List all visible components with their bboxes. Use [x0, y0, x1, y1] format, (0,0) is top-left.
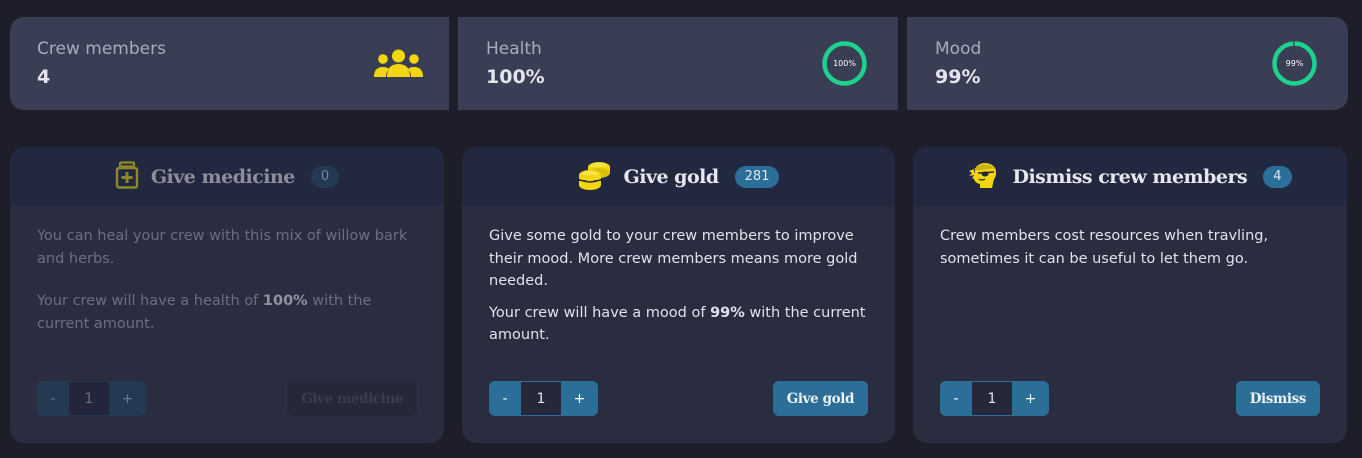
give-medicine-card: Give medicine 0 You can heal your crew w…: [10, 147, 444, 443]
stats-bar: Crew members 4 Health 100% 100% Mood 99%: [10, 17, 1348, 110]
gold-coins-icon: [578, 160, 612, 194]
health-forecast-text: Your crew will have a health of 100% wit…: [37, 293, 372, 332]
decrement-button[interactable]: -: [37, 381, 69, 416]
mood-forecast-text: Your crew will have a mood of 99% with t…: [489, 304, 866, 344]
crew-icon: [374, 49, 423, 82]
give-gold-card: Give gold 281 Give some gold to your cre…: [462, 147, 895, 443]
stat-mood: Mood 99% 99%: [907, 17, 1348, 110]
ring-label: 100%: [833, 59, 856, 68]
description-text: Give some gold to your crew members to i…: [489, 228, 858, 289]
medicine-icon: [115, 160, 139, 193]
description-text: Crew members cost resources when travlin…: [940, 228, 1269, 267]
card-title: Give medicine: [150, 165, 296, 188]
quantity-stepper: - 1 +: [489, 381, 598, 416]
decrement-button[interactable]: -: [489, 381, 521, 416]
stat-crew-members: Crew members 4: [10, 17, 449, 110]
stat-health: Health 100% 100%: [458, 17, 898, 110]
quantity-stepper: - 1 +: [37, 381, 146, 416]
gold-count-badge: 281: [734, 165, 780, 188]
description-text: You can heal your crew with this mix of …: [37, 228, 408, 267]
quantity-input[interactable]: 1: [521, 381, 561, 416]
medicine-count-badge: 0: [310, 165, 340, 188]
card-title: Dismiss crew members: [1012, 165, 1248, 188]
increment-button[interactable]: +: [109, 381, 146, 416]
card-header: Dismiss crew members 4: [913, 147, 1347, 206]
quantity-stepper: - 1 +: [940, 381, 1049, 416]
dismiss-button[interactable]: Dismiss: [1235, 381, 1320, 416]
give-medicine-button[interactable]: Give medicine: [287, 381, 417, 416]
increment-button[interactable]: +: [1012, 381, 1049, 416]
card-header: Give medicine 0: [10, 147, 444, 206]
ring-label: 99%: [1285, 59, 1304, 68]
card-description: You can heal your crew with this mix of …: [10, 206, 444, 335]
decrement-button[interactable]: -: [940, 381, 972, 416]
give-gold-button[interactable]: Give gold: [772, 381, 868, 416]
quantity-input[interactable]: 1: [69, 381, 109, 416]
card-header: Give gold 281: [462, 147, 895, 206]
card-title: Give gold: [623, 165, 720, 188]
mood-progress-ring: 99%: [1271, 40, 1318, 87]
crew-count-badge: 4: [1263, 165, 1292, 188]
quantity-input[interactable]: 1: [972, 381, 1012, 416]
dismiss-crew-card: Dismiss crew members 4 Crew members cost…: [913, 147, 1347, 443]
health-progress-ring: 100%: [821, 40, 868, 87]
pirate-head-icon: [968, 161, 1000, 193]
card-description: Give some gold to your crew members to i…: [462, 206, 895, 347]
card-description: Crew members cost resources when travlin…: [913, 206, 1347, 270]
increment-button[interactable]: +: [561, 381, 598, 416]
